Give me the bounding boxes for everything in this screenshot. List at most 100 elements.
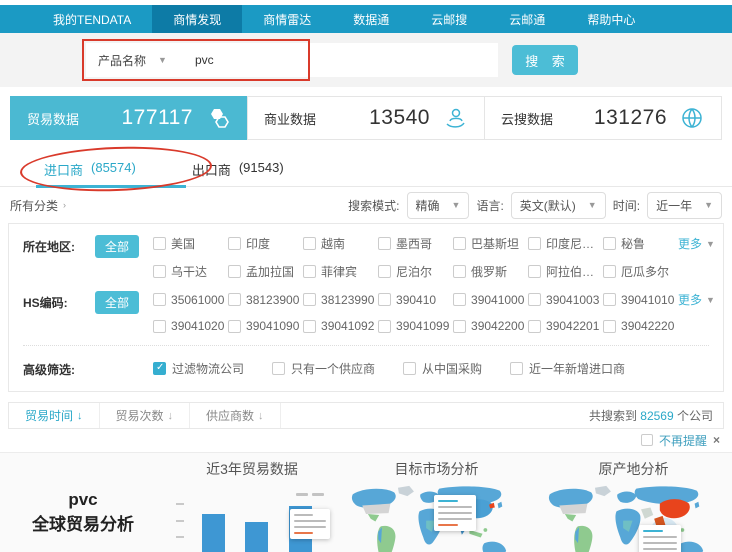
stat-trade-data[interactable]: 贸易数据 177117 — [10, 96, 248, 140]
advanced-checkbox-buy-from-china[interactable]: 从中国采购 — [403, 358, 482, 378]
arrow-down-icon: ↓ — [168, 410, 174, 422]
hs-checkbox[interactable]: 39041010 — [603, 291, 678, 308]
region-checkbox[interactable]: 乌干达 — [153, 263, 228, 280]
stat-value: 13540 — [369, 106, 430, 130]
tab-importer[interactable]: 进口商 (85574) — [44, 160, 136, 179]
importer-exporter-tabs: 进口商 (85574) 出口商 (91543) — [0, 152, 732, 187]
region-checkbox[interactable]: 阿拉伯联合... — [528, 263, 603, 280]
region-checkbox[interactable]: 越南 — [303, 235, 378, 252]
active-tab-underline — [36, 185, 186, 188]
chart-tooltip — [290, 509, 330, 539]
analysis-subtitle: 全球贸易分析 — [32, 512, 134, 538]
region-checkbox[interactable]: 尼泊尔 — [378, 263, 453, 280]
trade-chart-block[interactable]: 近3年贸易数据 — [166, 453, 338, 552]
language-value: 英文(默认) — [520, 197, 576, 214]
nav-item-cloud-mail-tong[interactable]: 云邮通 — [488, 5, 566, 33]
stat-cloud-search-data[interactable]: 云搜数据 131276 — [484, 96, 722, 140]
hs-more-link[interactable]: 更多▼ — [678, 291, 715, 308]
region-all-chip[interactable]: 全部 — [95, 235, 139, 258]
hs-checkbox[interactable]: 390410 — [378, 291, 453, 308]
nav-item-help-center[interactable]: 帮助中心 — [566, 5, 656, 33]
region-checkbox[interactable]: 巴基斯坦 — [453, 235, 528, 252]
region-checkbox[interactable]: 俄罗斯 — [453, 263, 528, 280]
hs-checkbox[interactable]: 35061000 — [153, 291, 228, 308]
y-axis-ticks — [176, 503, 184, 552]
hs-checkbox[interactable]: 38123990 — [303, 291, 378, 308]
tab-importer-label: 进口商 — [44, 160, 83, 179]
tooltip-line — [438, 506, 472, 508]
tooltip-line — [294, 514, 313, 516]
category-row: 所有分类 › 搜索模式: 精确 ▼ 语言: 英文(默认) ▼ 时间: 近一年 ▼ — [0, 187, 732, 223]
checkbox-icon — [453, 265, 466, 278]
stat-business-data[interactable]: 商业数据 13540 — [247, 96, 485, 140]
region-checkbox[interactable]: 印度 — [228, 235, 303, 252]
region-more-link[interactable]: 更多▼ — [678, 235, 715, 252]
region-checkbox[interactable]: 美国 — [153, 235, 228, 252]
checkbox-icon — [603, 265, 616, 278]
target-market-block[interactable]: 目标市场分析 — [338, 453, 535, 552]
hs-checkbox[interactable]: 39041020 — [153, 319, 228, 333]
region-checkbox[interactable]: 厄瓜多尔 — [603, 263, 678, 280]
language-select[interactable]: 英文(默认) ▼ — [511, 192, 606, 219]
search-section: 产品名称 ▼ pvc 搜 索 — [0, 33, 732, 87]
hs-checkbox[interactable]: 39042220 — [603, 319, 678, 333]
region-checkbox[interactable]: 孟加拉国 — [228, 263, 303, 280]
region-checkbox[interactable]: 墨西哥 — [378, 235, 453, 252]
region-checkbox[interactable]: 菲律宾 — [303, 263, 378, 280]
nav-item-biz-radar[interactable]: 商情雷达 — [242, 5, 332, 33]
advanced-checkbox-filter-logistics[interactable]: 过滤物流公司 — [153, 358, 244, 378]
time-select[interactable]: 近一年 ▼ — [647, 192, 722, 219]
person-service-icon — [442, 105, 468, 131]
nav-item-cloud-mail-search[interactable]: 云邮搜 — [410, 5, 488, 33]
search-input[interactable]: pvc — [179, 53, 214, 67]
sort-by-supplier-count[interactable]: 供应商数↓ — [190, 403, 281, 428]
advanced-checkbox-single-supplier[interactable]: 只有一个供应商 — [272, 358, 375, 378]
tooltip-line — [438, 518, 472, 520]
search-result-summary: 共搜索到 82569 个公司 — [589, 407, 723, 424]
hs-checkbox[interactable]: 39041099 — [378, 319, 453, 333]
checkbox-icon — [378, 265, 391, 278]
map-tooltip — [639, 525, 681, 552]
hs-all-chip[interactable]: 全部 — [95, 291, 139, 314]
advanced-checkbox-new-importers[interactable]: 近一年新增进口商 — [510, 358, 625, 378]
sort-by-trade-time[interactable]: 贸易时间↓ — [9, 403, 100, 428]
search-category-select[interactable]: 产品名称 ▼ — [86, 43, 179, 77]
hs-checkbox[interactable]: 39041090 — [228, 319, 303, 333]
search-button[interactable]: 搜 索 — [512, 45, 578, 75]
origin-analysis-block[interactable]: 原产地分析 — [535, 453, 732, 552]
tab-exporter-count: (91543) — [239, 160, 284, 179]
checkbox-icon — [603, 320, 616, 333]
tab-exporter[interactable]: 出口商 (91543) — [192, 160, 284, 179]
time-value: 近一年 — [656, 197, 692, 214]
hs-checkbox[interactable]: 39042201 — [528, 319, 603, 333]
hs-code-filter-row: HS编码: 全部 35061000 38123900 38123990 3904… — [9, 280, 723, 333]
origin-analysis-title: 原产地分析 — [535, 459, 732, 479]
nav-item-my-tendata[interactable]: 我的TENDATA — [32, 5, 152, 33]
all-categories-link[interactable]: 所有分类 › — [10, 197, 66, 214]
checkbox-icon — [378, 237, 391, 250]
hs-checkbox[interactable]: 39042200 — [453, 319, 528, 333]
close-icon[interactable]: × — [713, 433, 720, 447]
sort-by-trade-count[interactable]: 贸易次数↓ — [100, 403, 191, 428]
checkbox-icon — [303, 237, 316, 250]
checkbox-icon — [153, 237, 166, 250]
checkbox-icon — [228, 293, 241, 306]
hs-checkbox[interactable]: 39041003 — [528, 291, 603, 308]
checkbox-icon — [603, 293, 616, 306]
nav-item-data-tong[interactable]: 数据通 — [332, 5, 410, 33]
dont-remind-checkbox[interactable] — [641, 434, 653, 446]
mode-group: 搜索模式: 精确 ▼ 语言: 英文(默认) ▼ 时间: 近一年 ▼ — [348, 192, 722, 219]
region-checkbox[interactable]: 秘鲁 — [603, 235, 678, 252]
chevron-down-icon: ▼ — [706, 295, 715, 305]
nav-item-biz-discovery[interactable]: 商情发现 — [152, 5, 242, 33]
checkbox-icon — [403, 362, 416, 375]
hs-checkbox[interactable]: 39041092 — [303, 319, 378, 333]
stats-row: 贸易数据 177117 商业数据 13540 云搜数据 131276 — [10, 96, 722, 140]
hs-checkbox[interactable]: 39041000 — [453, 291, 528, 308]
region-options: 美国 印度 越南 墨西哥 巴基斯坦 印度尼西亚 秘鲁 更多▼ 乌干达 孟加拉国 … — [153, 235, 715, 280]
dont-remind-label: 不再提醒 — [659, 432, 707, 449]
search-mode-select[interactable]: 精确 ▼ — [407, 192, 470, 219]
checkbox-icon — [453, 320, 466, 333]
hs-checkbox[interactable]: 38123900 — [228, 291, 303, 308]
region-checkbox[interactable]: 印度尼西亚 — [528, 235, 603, 252]
